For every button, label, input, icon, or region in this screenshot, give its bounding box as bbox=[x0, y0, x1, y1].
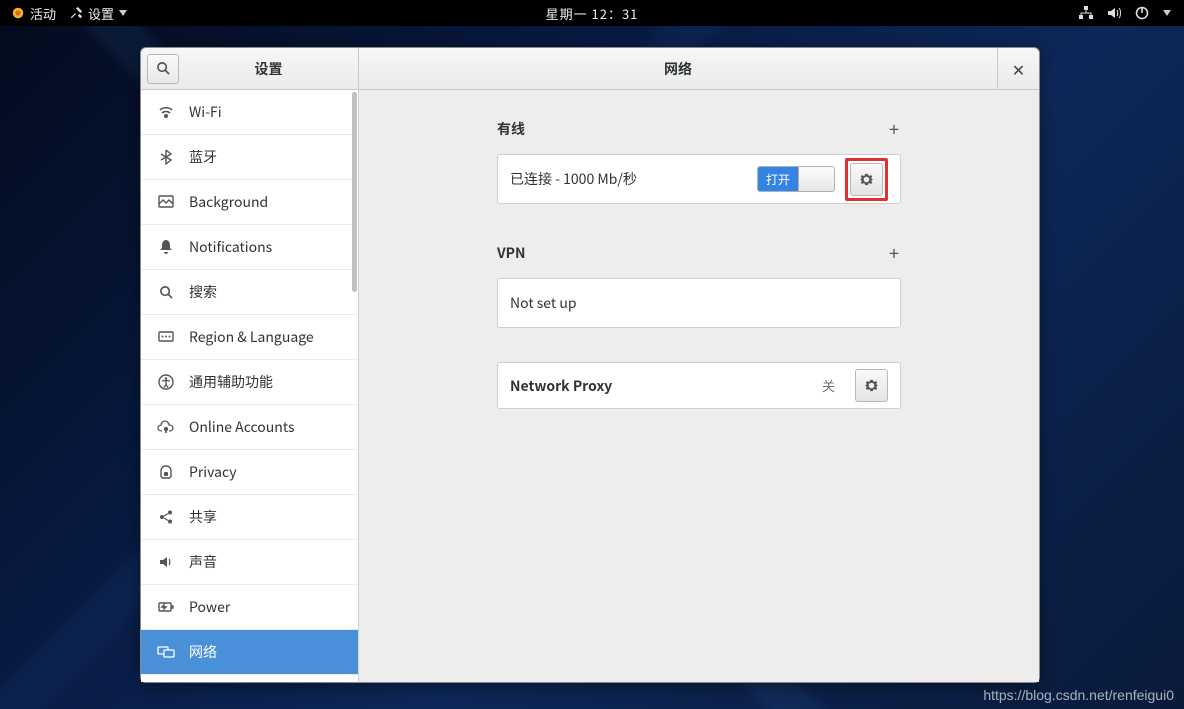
switch-on-label: 打开 bbox=[758, 167, 798, 191]
vpn-status-label: Not set up bbox=[510, 293, 888, 313]
sidebar-item-label: Power bbox=[189, 597, 230, 617]
proxy-settings-button[interactable] bbox=[855, 369, 888, 402]
activities-button[interactable]: 活动 bbox=[6, 2, 60, 25]
wired-connection-row: 已连接 - 1000 Mb/秒 打开 bbox=[497, 154, 901, 204]
activities-icon bbox=[10, 5, 26, 21]
sidebar-item-power[interactable]: Power bbox=[141, 585, 358, 630]
chevron-down-icon bbox=[118, 5, 128, 21]
background-icon bbox=[157, 193, 175, 211]
wifi-icon bbox=[157, 103, 175, 121]
network-status-icon[interactable] bbox=[1078, 5, 1094, 21]
titlebar: 设置 网络 ✕ bbox=[141, 48, 1039, 90]
sidebar-item-label: 声音 bbox=[189, 552, 217, 572]
switch-knob bbox=[798, 167, 834, 191]
close-button[interactable]: ✕ bbox=[997, 48, 1039, 89]
sidebar-item-label: 网络 bbox=[189, 642, 217, 662]
vpn-row: Not set up bbox=[497, 278, 901, 328]
power-status-icon[interactable] bbox=[1134, 5, 1150, 21]
settings-menu-button[interactable]: 设置 bbox=[64, 2, 132, 25]
sidebar-item-region-language[interactable]: Region & Language bbox=[141, 315, 358, 360]
sidebar-item-notifications[interactable]: Notifications bbox=[141, 225, 358, 270]
scrollbar[interactable] bbox=[352, 92, 357, 292]
highlight-annotation bbox=[845, 158, 888, 201]
lock-icon bbox=[157, 463, 175, 481]
accessibility-icon bbox=[157, 373, 175, 391]
settings-menu-label: 设置 bbox=[88, 4, 114, 23]
sidebar-item-label: 蓝牙 bbox=[189, 147, 217, 167]
wired-section-title: 有线 bbox=[497, 119, 525, 139]
globe-icon bbox=[157, 328, 175, 346]
sidebar-item-bluetooth[interactable]: 蓝牙 bbox=[141, 135, 358, 180]
sidebar: Wi-Fi 蓝牙 Background Notifications 搜索 Reg… bbox=[141, 90, 359, 682]
sidebar-item-wifi[interactable]: Wi-Fi bbox=[141, 90, 358, 135]
share-icon bbox=[157, 508, 175, 526]
sidebar-item-background[interactable]: Background bbox=[141, 180, 358, 225]
proxy-row[interactable]: Network Proxy 关 bbox=[497, 362, 901, 409]
sidebar-item-label: 共享 bbox=[189, 507, 217, 527]
proxy-status: 关 bbox=[822, 376, 835, 395]
bluetooth-icon bbox=[157, 148, 175, 166]
watermark: https://blog.csdn.net/renfeigui0 bbox=[983, 687, 1174, 703]
power-icon bbox=[157, 598, 175, 616]
top-panel: 活动 设置 星期一 12：31 bbox=[0, 0, 1184, 26]
sidebar-item-label: Wi-Fi bbox=[189, 102, 222, 122]
sidebar-item-label: 通用辅助功能 bbox=[189, 372, 273, 392]
sidebar-item-label: Notifications bbox=[189, 237, 272, 257]
sidebar-title: 设置 bbox=[179, 59, 358, 79]
vpn-section: VPN + Not set up bbox=[497, 238, 901, 328]
wired-toggle[interactable]: 打开 bbox=[757, 166, 835, 192]
system-menu-chevron-icon[interactable] bbox=[1162, 5, 1172, 21]
sidebar-item-accessibility[interactable]: 通用辅助功能 bbox=[141, 360, 358, 405]
page-title: 网络 bbox=[359, 48, 997, 89]
sidebar-item-label: 搜索 bbox=[189, 282, 217, 302]
volume-status-icon[interactable] bbox=[1106, 5, 1122, 21]
gear-icon bbox=[859, 172, 874, 187]
sidebar-item-sharing[interactable]: 共享 bbox=[141, 495, 358, 540]
sidebar-item-search[interactable]: 搜索 bbox=[141, 270, 358, 315]
sidebar-item-label: Privacy bbox=[189, 462, 237, 482]
sidebar-item-label: Online Accounts bbox=[189, 417, 295, 437]
search-icon bbox=[157, 283, 175, 301]
speaker-icon bbox=[157, 553, 175, 571]
settings-window: 设置 网络 ✕ Wi-Fi 蓝牙 Background Notification bbox=[140, 47, 1040, 683]
wired-status-label: 已连接 - 1000 Mb/秒 bbox=[510, 169, 757, 189]
gear-icon bbox=[864, 378, 879, 393]
wired-settings-button[interactable] bbox=[850, 163, 883, 196]
network-icon bbox=[157, 643, 175, 661]
close-icon: ✕ bbox=[1012, 57, 1025, 81]
sidebar-item-privacy[interactable]: Privacy bbox=[141, 450, 358, 495]
activities-label: 活动 bbox=[30, 4, 56, 23]
sidebar-search-button[interactable] bbox=[147, 54, 179, 84]
content-pane: 有线 + 已连接 - 1000 Mb/秒 打开 bbox=[359, 90, 1039, 682]
sidebar-item-network[interactable]: 网络 bbox=[141, 630, 358, 675]
cloud-key-icon bbox=[157, 418, 175, 436]
vpn-section-title: VPN bbox=[497, 243, 526, 263]
proxy-label: Network Proxy bbox=[510, 376, 822, 396]
add-wired-button[interactable]: + bbox=[887, 116, 901, 142]
sidebar-item-label: Background bbox=[189, 192, 268, 212]
sidebar-item-label: Region & Language bbox=[189, 327, 314, 347]
tools-icon bbox=[68, 5, 84, 21]
search-icon bbox=[156, 61, 171, 76]
clock[interactable]: 星期一 12：31 bbox=[546, 4, 639, 23]
wired-section: 有线 + 已连接 - 1000 Mb/秒 打开 bbox=[497, 114, 901, 204]
bell-icon bbox=[157, 238, 175, 256]
proxy-section: Network Proxy 关 bbox=[497, 362, 901, 409]
add-vpn-button[interactable]: + bbox=[887, 240, 901, 266]
sidebar-item-online-accounts[interactable]: Online Accounts bbox=[141, 405, 358, 450]
sidebar-item-sound[interactable]: 声音 bbox=[141, 540, 358, 585]
